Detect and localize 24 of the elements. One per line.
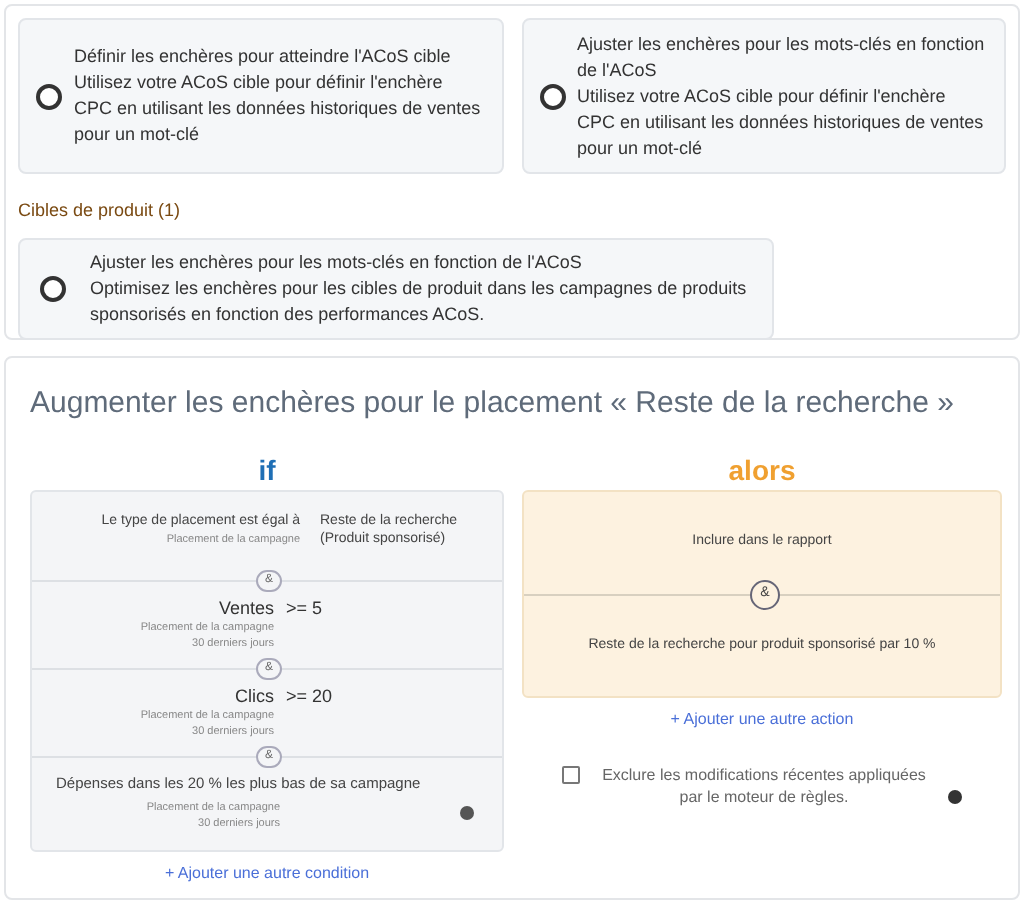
exclude-label: Exclure les modifications récentes appliquées par le moteur de règles.: [600, 764, 928, 808]
condition-operator: >= 20: [286, 686, 333, 710]
option-description: Utilisez votre ACoS cible pour définir l'enchère CPC en utilisant les données historiques de ventes pour un mot-clé: [74, 70, 483, 148]
if-label: if: [258, 452, 276, 490]
section-heading: Cibles de produit (1): [18, 198, 183, 224]
option-description: Utilisez votre ACoS cible pour définir l'enchère CPC en utilisant les données historiques de ventes pour un mot-clé: [577, 83, 986, 161]
condition-label: Clics: [235, 686, 274, 708]
radio-button[interactable]: [539, 83, 565, 109]
option-title: Définir les enchères pour atteindre l'ACoS cible: [74, 44, 453, 70]
add-action-link[interactable]: + Ajouter une autre action: [670, 708, 854, 732]
option-card[interactable]: Définir les enchères pour atteindre l'ACoS cible Utilisez votre ACoS cible pour définir l'enchère CPC en utilisant les données historiques de ventes pour un mot-clé: [18, 18, 503, 174]
radio-button[interactable]: [36, 83, 62, 109]
condition-operator: >= 5: [286, 598, 323, 622]
option-card[interactable]: Ajuster les enchères pour les mots-clés en fonction de l'ACoS Optimisez les enchères pour les cibles de produit dans les campagnes de produits sponsorisés en fonction des performances ACoS.: [18, 237, 774, 339]
option-card[interactable]: Ajuster les enchères pour les mots-clés en fonction de l'ACoS Utilisez votre ACoS cible pour définir l'enchère CPC en utilisant les données historiques de ventes pour un mot-clé: [521, 18, 1006, 174]
checkbox[interactable]: [562, 766, 580, 784]
option-title: Ajuster les enchères pour les mots-clés en fonction de l'ACoS: [577, 31, 987, 83]
rule-title: Augmenter les enchères pour le placement « Reste de la recherche »: [30, 384, 956, 424]
radio-button[interactable]: [40, 275, 66, 301]
add-condition-link[interactable]: + Ajouter une autre condition: [164, 862, 370, 886]
option-description: Optimisez les enchères pour les cibles de produit dans les campagnes de produits sponsorisés en fonction des performances ACoS.: [90, 275, 749, 327]
then-label: alors: [728, 452, 796, 490]
condition-label: Ventes: [218, 598, 274, 620]
option-title: Ajuster les enchères pour les mots-clés en fonction de l'ACoS: [90, 249, 584, 275]
